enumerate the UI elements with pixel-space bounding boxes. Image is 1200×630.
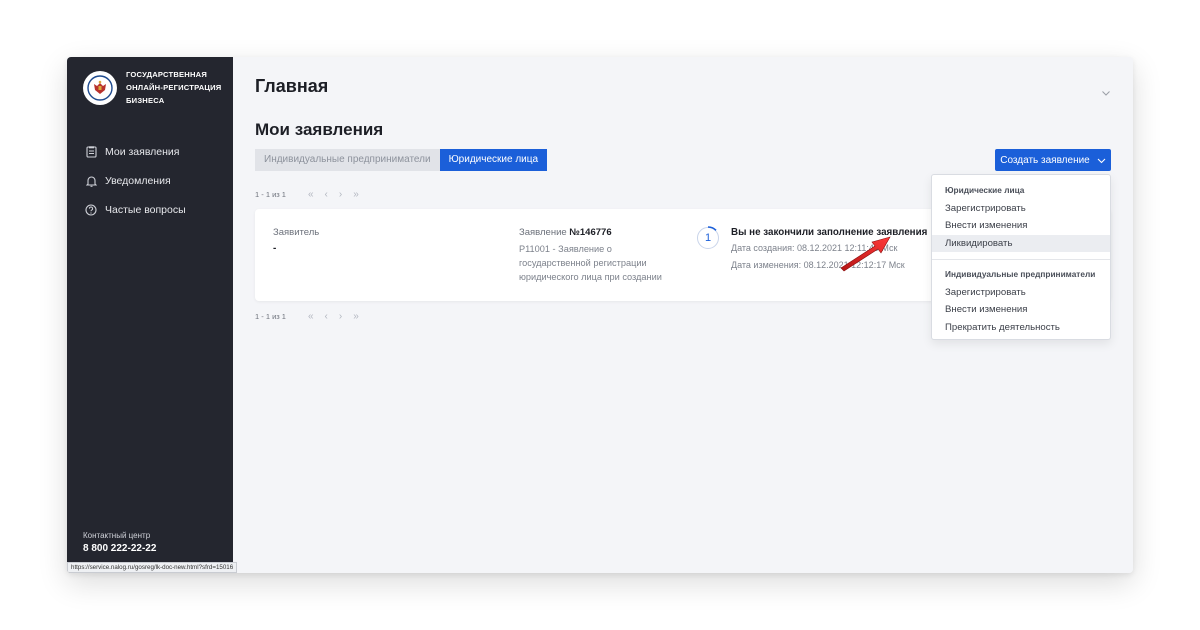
dropdown-group-title-legal: Юридические лица — [945, 185, 1025, 195]
create-application-label: Создать заявление — [1000, 154, 1090, 166]
dropdown-group-title-ip: Индивидуальные предприниматели — [945, 269, 1096, 279]
application-description: Р11001 - Заявление о государственной рег… — [519, 244, 662, 282]
sidebar-item-faq[interactable]: Частые вопросы — [67, 195, 233, 224]
brand-line: ГОСУДАРСТВЕННАЯ — [126, 70, 207, 79]
pager-count: 1 - 1 из 1 — [255, 190, 286, 199]
tabs: Индивидуальные предприниматели Юридическ… — [255, 149, 548, 171]
chevron-down-icon — [1097, 156, 1106, 165]
brand-text: ГОСУДАРСТВЕННАЯ ОНЛАЙН-РЕГИСТРАЦИЯ БИЗНЕ… — [126, 68, 221, 107]
create-application-dropdown: Юридические лица Зарегистрировать Внести… — [931, 174, 1111, 340]
page-title: Главная — [255, 76, 329, 96]
application-number: №146776 — [569, 227, 612, 238]
section-title: Мои заявления — [255, 120, 384, 139]
application-label: Заявление — [519, 227, 567, 238]
pager-prev-button[interactable]: ‹ — [325, 311, 328, 322]
pager-next-button[interactable]: › — [339, 189, 342, 200]
brand-line: БИЗНЕСА — [126, 96, 165, 105]
created-date: Дата создания: 08.12.2021 12:11:49 Мск — [731, 243, 898, 253]
menu-item-register-legal[interactable]: Зарегистрировать — [932, 200, 1110, 217]
contact-label: Контактный центр — [83, 531, 151, 540]
pager-last-button[interactable]: » — [353, 311, 359, 322]
sidebar: ГОСУДАРСТВЕННАЯ ОНЛАЙН-РЕГИСТРАЦИЯ БИЗНЕ… — [67, 57, 238, 573]
sidebar-item-notifications[interactable]: Уведомления — [67, 166, 233, 195]
sidebar-item-label: Мои заявления — [105, 145, 180, 158]
chevron-down-icon[interactable] — [1101, 85, 1111, 96]
help-circle-icon — [85, 203, 97, 216]
application-label-line: Заявление №146776 — [519, 227, 612, 238]
document-icon — [85, 145, 97, 158]
pager-count: 1 - 1 из 1 — [255, 312, 286, 321]
brand[interactable]: ГОСУДАРСТВЕННАЯ ОНЛАЙН-РЕГИСТРАЦИЯ БИЗНЕ… — [67, 57, 233, 107]
dropdown-divider — [932, 259, 1110, 260]
brand-line: ОНЛАЙН-РЕГИСТРАЦИЯ — [126, 83, 222, 92]
menu-item-change-legal[interactable]: Внести изменения — [932, 217, 1110, 234]
pager-next-button[interactable]: › — [339, 311, 342, 322]
sidebar-item-my-applications[interactable]: Мои заявления — [67, 137, 233, 166]
create-application-button[interactable]: Создать заявление — [995, 149, 1111, 171]
status-title: Вы не закончили заполнение заявления — [731, 227, 928, 238]
contact-phone[interactable]: 8 800 222-22-22 — [83, 543, 156, 554]
pager-last-button[interactable]: » — [353, 189, 359, 200]
modified-date: Дата изменения: 08.12.2021 12:12:17 Мск — [731, 260, 905, 270]
sidebar-nav: Мои заявления Уведомления Частые вопросы — [67, 137, 233, 224]
tab-legal-entities[interactable]: Юридические лица — [439, 149, 548, 171]
sidebar-item-label: Частые вопросы — [105, 203, 186, 216]
pager-bottom: 1 - 1 из 1 « ‹ › » — [255, 311, 370, 322]
pager-first-button[interactable]: « — [308, 311, 314, 322]
menu-item-register-ip[interactable]: Зарегистрировать — [932, 284, 1110, 301]
contact-center: Контактный центр 8 800 222-22-22 — [83, 531, 156, 554]
pager-top: 1 - 1 из 1 « ‹ › » — [255, 189, 370, 200]
menu-item-change-ip[interactable]: Внести изменения — [932, 301, 1110, 318]
progress-arc-icon — [707, 226, 717, 231]
applicant-label: Заявитель — [273, 227, 320, 238]
menu-item-terminate-ip[interactable]: Прекратить деятельность — [932, 319, 1110, 336]
main-content: Главная Мои заявления Индивидуальные пре… — [233, 57, 1133, 573]
bell-icon — [85, 175, 97, 187]
tab-individual-entrepreneurs[interactable]: Индивидуальные предприниматели — [255, 149, 440, 171]
status-bar-url: https://service.nalog.ru/gosreg/lk-doc-n… — [67, 562, 238, 573]
sidebar-item-label: Уведомления — [105, 174, 171, 187]
pager-prev-button[interactable]: ‹ — [325, 189, 328, 200]
applicant-value: - — [273, 243, 277, 254]
menu-item-liquidate-legal[interactable]: Ликвидировать — [932, 235, 1110, 252]
fns-emblem-icon — [83, 70, 117, 105]
app-window: ГОСУДАРСТВЕННАЯ ОНЛАЙН-РЕГИСТРАЦИЯ БИЗНЕ… — [67, 57, 1133, 573]
pager-first-button[interactable]: « — [308, 189, 314, 200]
